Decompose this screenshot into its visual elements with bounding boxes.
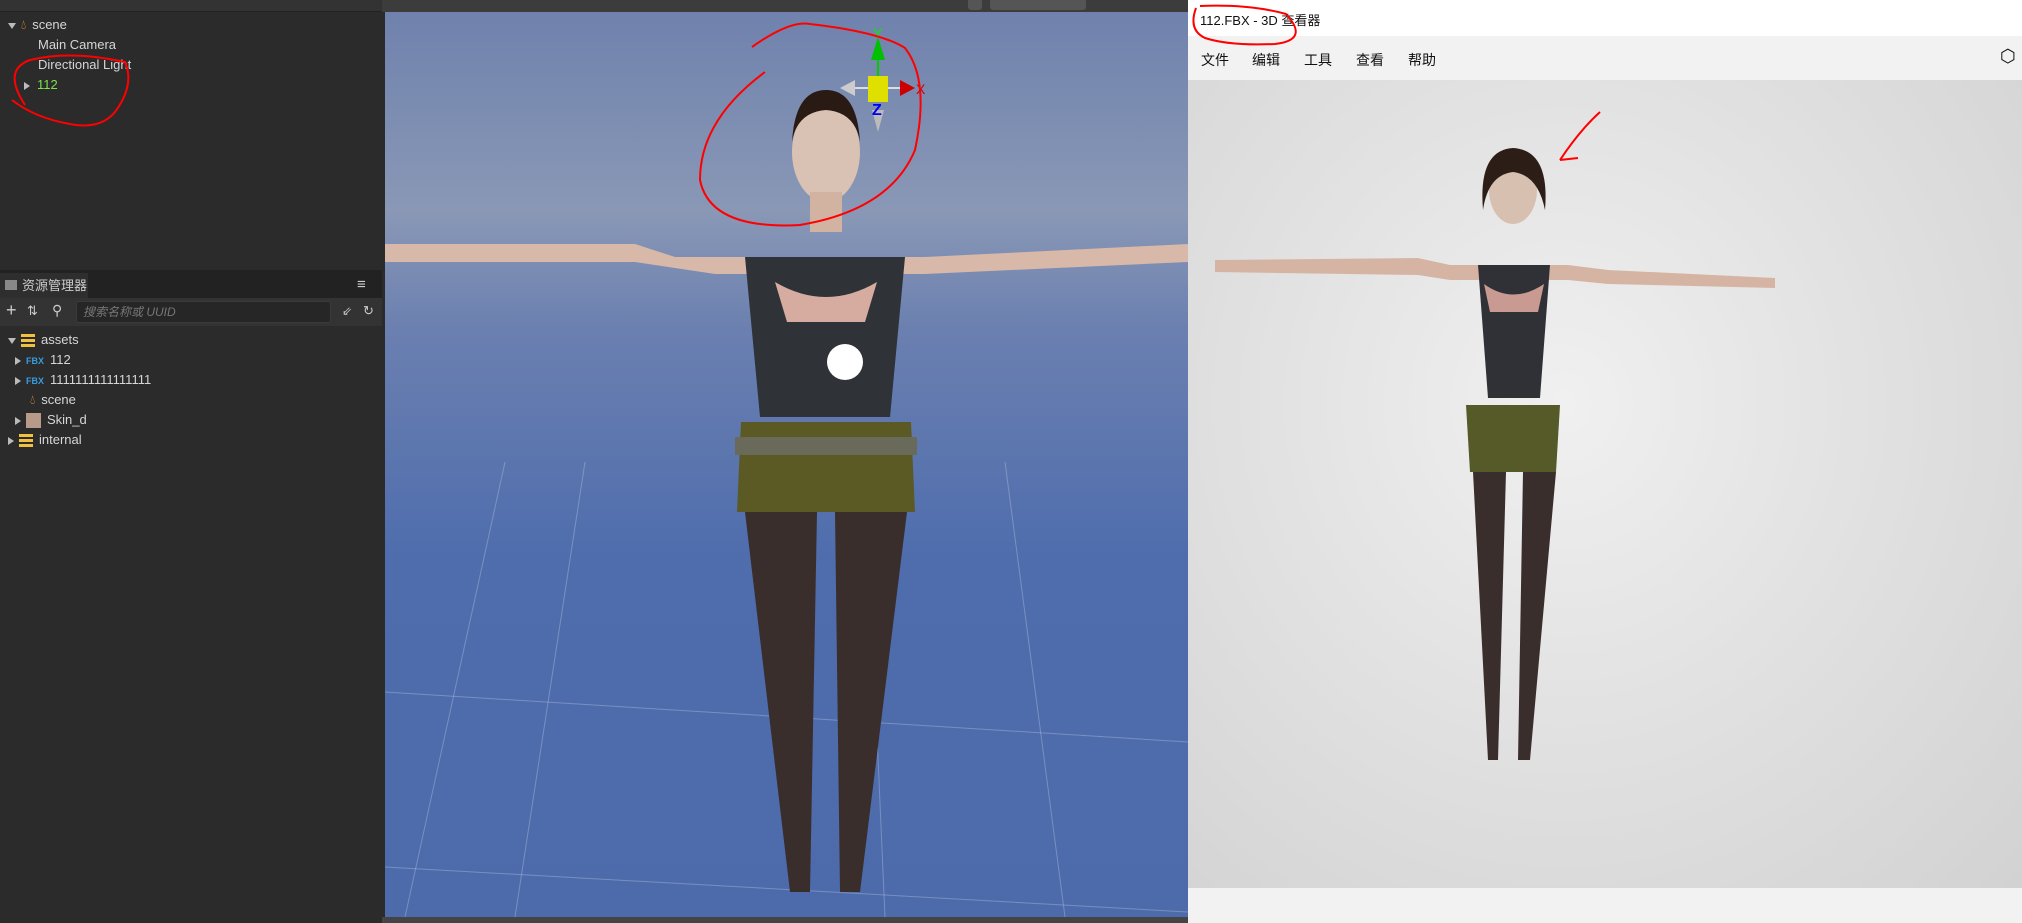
item-label: 112	[50, 352, 71, 367]
sort-icon[interactable]: ⇅	[27, 303, 38, 319]
3d-preview-stage[interactable]	[1188, 80, 2022, 888]
expand-arrow-icon[interactable]	[15, 356, 21, 365]
menu-icon[interactable]: ≡	[357, 276, 366, 293]
database-icon	[21, 334, 35, 348]
item-label: scene	[32, 17, 67, 32]
hierarchy-item-main-camera[interactable]: Main Camera	[38, 35, 116, 55]
collapse-icon[interactable]: ⇙	[342, 304, 352, 318]
character-model	[385, 90, 1188, 892]
texture-thumbnail	[26, 413, 41, 429]
viewport-bottom-bar	[382, 917, 1188, 923]
3d-viewer-window: 112.FBX - 3D 查看器 文件 编辑 工具 查看 帮助 ⬡	[1188, 0, 2022, 923]
menu-file[interactable]: 文件	[1201, 50, 1229, 70]
tab-label: 资源管理器	[22, 278, 88, 293]
gizmo-x-label: X	[916, 81, 926, 97]
menu-view[interactable]: 查看	[1356, 50, 1384, 70]
add-icon[interactable]: +	[6, 300, 17, 321]
expand-arrow-icon[interactable]	[8, 337, 16, 344]
gizmo-z-label: Z	[872, 102, 882, 119]
item-label: Main Camera	[38, 37, 117, 52]
window-title: 112.FBX - 3D 查看器	[1200, 13, 1321, 28]
item-label: assets	[41, 332, 79, 347]
menu-bar: 文件 编辑 工具 查看 帮助 ⬡	[1188, 36, 2022, 80]
expand-arrow-icon[interactable]	[15, 376, 21, 385]
asset-search-input[interactable]: 搜索名称或 UUID	[76, 301, 331, 323]
menu-help[interactable]: 帮助	[1408, 50, 1436, 70]
item-label: scene	[41, 392, 76, 407]
search-filter-icon[interactable]: ⚲	[52, 302, 62, 319]
menu-edit[interactable]: 编辑	[1252, 50, 1280, 70]
asset-item-internal[interactable]: internal	[8, 430, 82, 450]
item-label: internal	[39, 432, 82, 447]
hierarchy-item-directional-light[interactable]: Directional Light	[38, 55, 131, 75]
item-label: 1111111111111111	[50, 372, 152, 387]
3d-cube-search-icon[interactable]: ⬡	[2000, 46, 2016, 67]
asset-item-assets[interactable]: assets	[8, 330, 79, 350]
expand-arrow-icon[interactable]	[8, 436, 14, 445]
item-label: Skin_d	[47, 412, 87, 427]
scene-viewport[interactable]: Y X Z	[385, 12, 1188, 917]
database-icon	[19, 434, 33, 448]
fbx-icon: FBX	[26, 376, 44, 386]
folder-icon	[5, 280, 17, 290]
asset-item-112[interactable]: FBX 112	[15, 350, 71, 370]
hierarchy-item-scene[interactable]: 💧︎ scene	[8, 15, 67, 35]
refresh-icon[interactable]: ↻	[363, 303, 374, 319]
hierarchy-toolbar	[0, 0, 382, 12]
scene-toolbar	[382, 0, 1188, 12]
item-label: Directional Light	[38, 57, 132, 72]
camera-dropdown[interactable]	[990, 0, 1086, 10]
expand-arrow-icon[interactable]	[24, 81, 30, 90]
asset-item-1111111111111111[interactable]: FBX 1111111111111111	[15, 370, 151, 390]
menu-tools[interactable]: 工具	[1304, 50, 1332, 70]
item-label: 112	[37, 77, 58, 92]
hierarchy-item-112[interactable]: 112	[24, 75, 58, 95]
expand-arrow-icon[interactable]	[8, 22, 16, 29]
left-panel	[0, 0, 382, 923]
asset-item-skin-d[interactable]: Skin_d	[15, 410, 87, 430]
gizmo-y-label: Y	[873, 25, 883, 41]
light-toggle-button[interactable]	[968, 0, 982, 10]
fbx-icon: FBX	[26, 356, 44, 366]
expand-arrow-icon[interactable]	[15, 416, 21, 425]
scene-icon: 💧︎	[30, 392, 36, 407]
viewer-status-bar	[1188, 888, 2022, 923]
scene-render: Y X Z	[385, 25, 1188, 917]
character-model	[1215, 148, 1775, 760]
scene-icon: 💧︎	[21, 17, 27, 32]
asset-item-scene[interactable]: 💧︎ scene	[30, 390, 76, 410]
viewer-render	[1215, 148, 1775, 760]
